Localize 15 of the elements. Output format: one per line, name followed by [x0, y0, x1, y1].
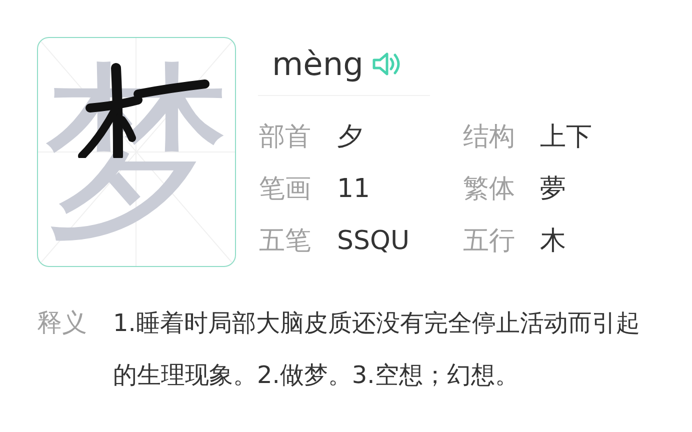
attribute-label: 五笔 [259, 225, 312, 258]
attribute-label: 繁体 [463, 173, 516, 206]
definition-text: 1.睡着时局部大脑皮质还没有完全停止活动而引起的生理现象。2.做梦。3.空想；幻想。 [113, 308, 641, 391]
attribute-value: 上下 [540, 121, 593, 154]
attribute-label: 结构 [463, 121, 516, 154]
attribute-value: 夢 [540, 173, 567, 206]
definition-label: 释义 [37, 307, 87, 339]
attribute-value: 夕 [337, 121, 364, 154]
attribute-label: 笔画 [259, 173, 312, 206]
pinyin: mèng [272, 45, 364, 83]
attribute-value: SSQU [337, 225, 411, 258]
attribute-label: 五行 [463, 225, 516, 258]
attribute-value: 木 [540, 225, 567, 258]
attribute-label: 部首 [259, 121, 312, 154]
attribute-value: 11 [337, 173, 372, 206]
